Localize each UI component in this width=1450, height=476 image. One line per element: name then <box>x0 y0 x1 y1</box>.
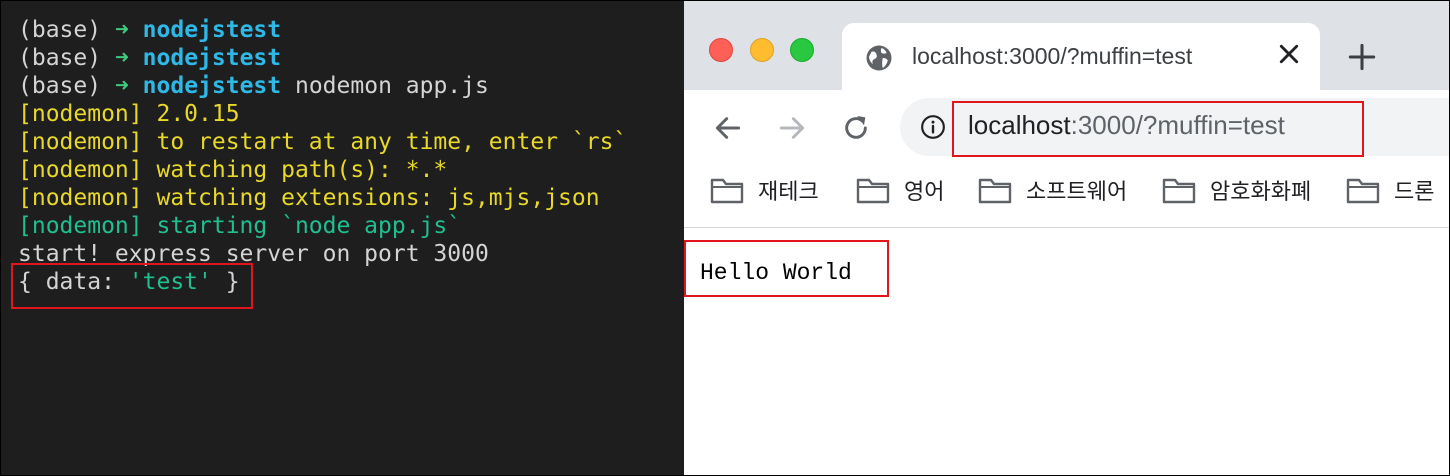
folder-icon <box>1162 178 1196 204</box>
bookmark-folder[interactable]: 영어 <box>856 176 944 204</box>
prompt-arrow: ➜ <box>114 45 129 71</box>
terminal-line: (base) ➜ nodejstest nodemon app.js <box>18 72 489 100</box>
tab-active[interactable]: localhost:3000/?muffin=test <box>842 23 1320 91</box>
bookmark-label: 암호화화폐 <box>1210 179 1312 204</box>
highlight-box-page <box>684 240 889 297</box>
nodemon-restart-line: [nodemon] to restart at any time, enter … <box>18 129 628 155</box>
folder-icon <box>978 178 1012 204</box>
bookmarks-bar: 재테크 영어 소프트웨어 암호화화폐 드론 <box>684 166 1449 228</box>
prompt-dir: nodejstest <box>142 73 282 99</box>
close-tab-icon[interactable] <box>1278 43 1300 65</box>
prompt-dir: nodejstest <box>142 17 282 43</box>
forward-arrow-icon[interactable] <box>776 112 808 144</box>
prompt-env: (base) <box>18 17 115 43</box>
minimize-window-button[interactable] <box>750 38 774 62</box>
prompt-env: (base) <box>18 45 115 71</box>
folder-icon <box>1346 178 1380 204</box>
bookmark-folder[interactable]: 암호화화폐 <box>1162 176 1311 204</box>
nodemon-starting-line: [nodemon] starting `node app.js` <box>18 213 462 239</box>
fullscreen-window-button[interactable] <box>790 38 814 62</box>
prompt-arrow: ➜ <box>114 73 129 99</box>
page-content: Hello World <box>684 228 1449 475</box>
tab-title: localhost:3000/?muffin=test <box>912 43 1193 69</box>
prompt-env: (base) <box>18 73 115 99</box>
prompt-dir: nodejstest <box>142 45 282 71</box>
nodemon-paths-line: [nodemon] watching path(s): *.* <box>18 157 448 183</box>
new-tab-icon[interactable] <box>1348 43 1376 71</box>
highlight-box-terminal <box>11 263 253 309</box>
prompt-command: nodemon app.js <box>281 73 489 99</box>
bookmark-label: 재테크 <box>758 179 819 204</box>
browser-window: localhost:3000/?muffin=test localhost:30… <box>684 0 1450 476</box>
reload-icon[interactable] <box>840 112 872 144</box>
bookmark-label: 소프트웨어 <box>1026 179 1128 204</box>
tab-strip: localhost:3000/?muffin=test <box>684 1 1449 91</box>
bookmark-folder[interactable]: 소프트웨어 <box>978 176 1127 204</box>
globe-icon <box>866 45 892 71</box>
info-icon[interactable] <box>920 114 946 140</box>
terminal-window[interactable]: (base) ➜ nodejstest (base) ➜ nodejstest … <box>0 0 684 476</box>
folder-icon <box>710 178 744 204</box>
bookmark-folder[interactable]: 드론 <box>1346 176 1434 204</box>
bookmark-label: 영어 <box>904 179 945 204</box>
browser-toolbar: localhost:3000/?muffin=test <box>684 90 1449 166</box>
highlight-box-url <box>952 101 1364 157</box>
back-arrow-icon[interactable] <box>712 112 744 144</box>
nodemon-extensions-line: [nodemon] watching extensions: js,mjs,js… <box>18 185 600 211</box>
terminal-line: (base) ➜ nodejstest <box>18 16 281 44</box>
nodemon-version-line: [nodemon] 2.0.15 <box>18 101 240 127</box>
folder-icon <box>856 178 890 204</box>
bookmark-label: 드론 <box>1394 179 1435 204</box>
prompt-arrow: ➜ <box>114 17 129 43</box>
terminal-line: (base) ➜ nodejstest <box>18 44 281 72</box>
bookmark-folder[interactable]: 재테크 <box>710 176 819 204</box>
close-window-button[interactable] <box>709 38 733 62</box>
